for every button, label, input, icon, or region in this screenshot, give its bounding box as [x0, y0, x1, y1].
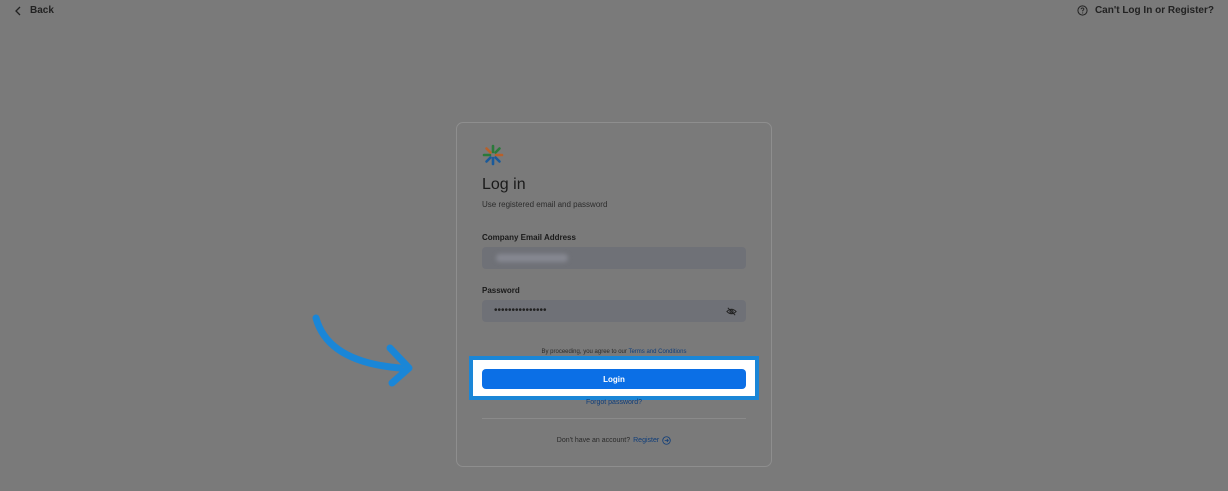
- back-button[interactable]: Back: [14, 5, 54, 16]
- login-page: Back Can't Log In or Register? Log in Us…: [0, 0, 1228, 491]
- password-value: •••••••••••••••: [494, 305, 547, 316]
- page-subtitle: Use registered email and password: [482, 200, 608, 209]
- eye-off-icon[interactable]: [726, 306, 737, 317]
- cant-login-help-button[interactable]: Can't Log In or Register?: [1077, 5, 1214, 16]
- brand-logo-icon: [482, 144, 504, 166]
- forgot-password-link[interactable]: Forgot password?: [456, 399, 772, 406]
- login-button[interactable]: Login: [482, 369, 746, 389]
- email-field[interactable]: [482, 247, 746, 269]
- email-value-redacted: [496, 254, 568, 262]
- chevron-left-icon: [15, 6, 21, 15]
- terms-link[interactable]: Terms and Conditions: [628, 349, 686, 355]
- register-link[interactable]: Register: [633, 437, 659, 444]
- page-title: Log in: [482, 176, 526, 193]
- terms-prefix: By proceeding, you agree to our: [541, 349, 627, 355]
- no-account-text: Don't have an account?: [556, 437, 631, 444]
- password-field[interactable]: •••••••••••••••: [482, 300, 746, 322]
- password-label: Password: [482, 286, 520, 295]
- help-label: Can't Log In or Register?: [1094, 5, 1214, 16]
- register-line: Don't have an account? Register: [456, 436, 772, 445]
- back-label: Back: [30, 5, 54, 16]
- terms-text: By proceeding, you agree to our Terms an…: [456, 349, 772, 355]
- email-label: Company Email Address: [482, 233, 576, 242]
- arrow-right-circle-icon[interactable]: [662, 436, 671, 445]
- pointer-arrow-icon: [312, 314, 413, 387]
- divider: [482, 418, 746, 419]
- question-circle-icon: [1077, 5, 1088, 16]
